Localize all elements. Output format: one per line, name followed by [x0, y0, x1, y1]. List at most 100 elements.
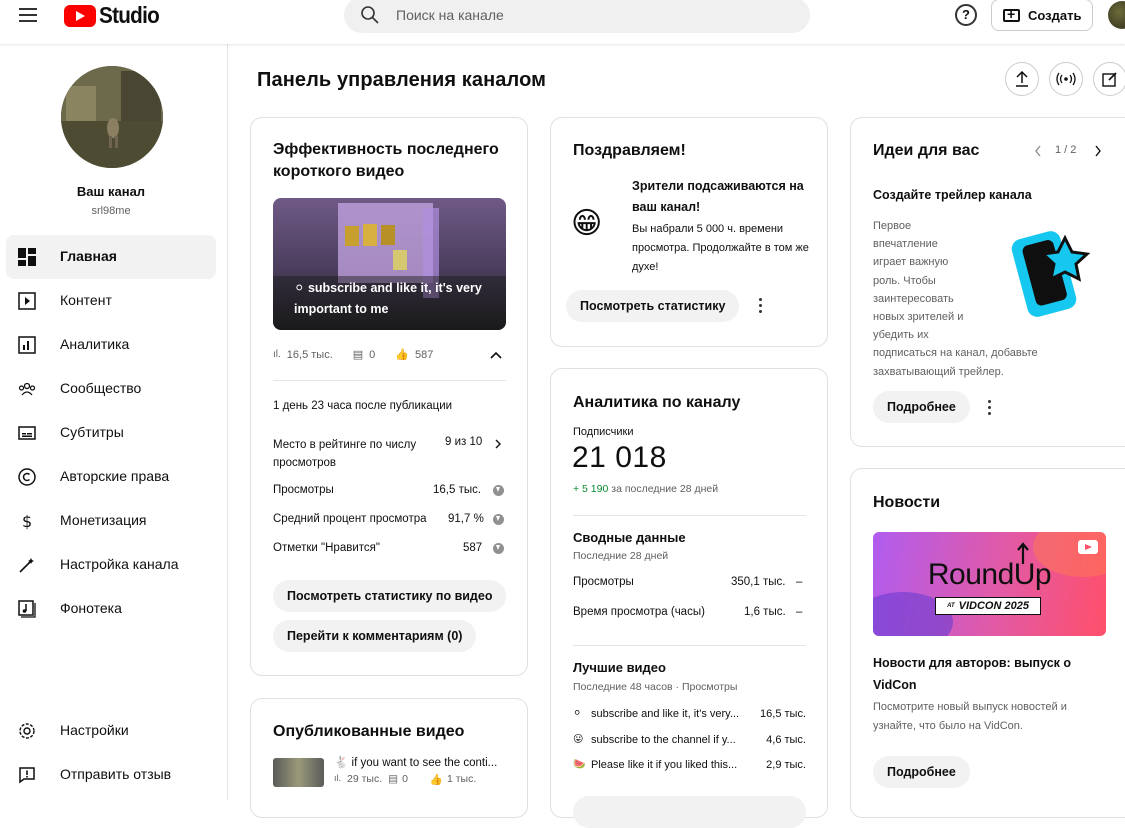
menu-icon[interactable] — [19, 8, 41, 24]
more-vert-icon[interactable] — [988, 400, 992, 416]
ideas-pager: 1 / 2 — [1055, 144, 1077, 156]
upload-button[interactable] — [1005, 62, 1039, 96]
likes-count: 587 — [414, 348, 434, 361]
summary-watchtime-value: 1,6 тыс. — [744, 606, 786, 618]
channel-handle: srl98me — [91, 205, 131, 217]
sidebar-item-label: Отправить отзыв — [60, 766, 172, 782]
go-to-comments-button[interactable]: Перейти к комментариям (0) — [273, 620, 477, 652]
short-metrics: ıl. 16,5 тыс. ▤ 0 👍 587 — [273, 348, 434, 362]
sidebar-item-dashboard[interactable]: Главная — [6, 235, 216, 279]
top-video-views: 2,9 тыс. — [766, 759, 806, 771]
views-label: Просмотры — [273, 484, 334, 496]
view-stats-button[interactable]: Посмотреть статистику — [566, 290, 740, 322]
logo-text: Studio — [99, 2, 160, 28]
ideas-more-button[interactable]: Подробнее — [873, 391, 970, 423]
top-video-row[interactable]: ⚪ subscribe and like it, it's very... 16… — [573, 708, 806, 720]
likes-icon: 👍 — [429, 774, 443, 786]
view-video-stats-button[interactable]: Посмотреть статистику по видео — [273, 580, 507, 612]
last-short-card: Эффективность последнего короткого видео… — [250, 117, 528, 676]
channel-name[interactable]: Ваш канал — [0, 184, 222, 199]
dashboard-icon — [18, 248, 36, 266]
live-icon — [1056, 72, 1076, 86]
summary-watchtime-trend: – — [796, 606, 803, 618]
short-thumbnail[interactable]: ⚪ subscribe and like it, it's very impor… — [273, 198, 506, 330]
subscribers-value: 21 018 — [572, 441, 667, 474]
subscribers-period: за последние 28 дней — [611, 483, 719, 495]
sidebar-item-feedback[interactable]: Отправить отзыв — [6, 753, 216, 797]
since-published: 1 день 23 часа после публикации — [273, 400, 453, 412]
sidebar-item-copyright[interactable]: Авторские права — [6, 455, 216, 499]
ideas-text-tail: подписаться на канал, добавьте захватыва… — [873, 347, 1038, 378]
congrats-title: Поздравляем! — [573, 142, 686, 159]
trend-down-icon — [493, 514, 504, 525]
banner-subtitle: AT VIDCON 2025 — [935, 597, 1041, 615]
top-video-row[interactable]: 😛 subscribe to the channel if y... 4,6 т… — [573, 734, 806, 746]
ideas-card: Идеи для вас 1 / 2 Создайте трейлер кана… — [850, 117, 1125, 447]
sidebar-item-label: Монетизация — [60, 512, 147, 528]
ranking-label: Место в рейтинге по числу просмотров — [273, 439, 417, 469]
sidebar-item-monetization[interactable]: $ Монетизация — [6, 499, 216, 543]
help-icon[interactable]: ? — [955, 4, 977, 26]
video-thumbnail[interactable] — [273, 758, 324, 787]
news-text: Посмотрите новый выпуск новостей и узнай… — [873, 701, 1067, 732]
more-vert-icon[interactable] — [759, 298, 763, 314]
sidebar-item-content[interactable]: Контент — [6, 279, 216, 323]
summary-views-trend: – — [796, 576, 803, 588]
sidebar-item-subtitles[interactable]: Субтитры — [6, 411, 216, 455]
sidebar-item-audio-library[interactable]: Фонотека — [6, 587, 216, 631]
summary-watchtime-label: Время просмотра (часы) — [573, 606, 705, 618]
go-live-button[interactable] — [1049, 62, 1083, 96]
audio-library-icon — [18, 600, 36, 618]
subtitles-icon — [18, 426, 36, 440]
channel-avatar[interactable] — [61, 66, 163, 168]
avg-view-label: Средний процент просмотра — [273, 513, 427, 525]
content-icon — [18, 292, 36, 310]
sidebar-item-label: Главная — [60, 248, 117, 264]
news-banner[interactable]: RoundUp AT VIDCON 2025 — [873, 532, 1106, 636]
search-icon[interactable] — [360, 5, 380, 25]
trend-down-icon — [493, 485, 504, 496]
video-emoji-icon: ⚪ — [573, 708, 582, 719]
trend-down-icon — [493, 543, 504, 554]
customization-icon — [19, 558, 34, 573]
thumbnail-caption: ⚪ subscribe and like it, it's very impor… — [294, 281, 482, 316]
top-video-title: subscribe to the channel if y... — [591, 734, 736, 746]
published-video-title[interactable]: 🐇 if you want to see the conti... — [334, 755, 497, 769]
search-bar[interactable] — [344, 0, 810, 33]
published-video-metrics: ıl. 29 тыс. ▤ 0 👍 1 тыс. — [334, 773, 476, 786]
sidebar-item-community[interactable]: Сообщество — [6, 367, 216, 411]
account-avatar[interactable] — [1108, 1, 1125, 29]
comments-icon: ▤ — [388, 773, 399, 785]
sidebar-item-customization[interactable]: Настройка канала — [6, 543, 216, 587]
news-headline[interactable]: Новости для авторов: выпуск о VidCon — [873, 652, 1103, 696]
news-title: Новости — [873, 494, 941, 511]
last-short-title: Эффективность последнего короткого видео — [273, 141, 499, 180]
top-videos-period: Последние 48 часов · Просмотры — [573, 681, 738, 693]
chevron-right-icon[interactable] — [1094, 145, 1102, 157]
summary-period: Последние 28 дней — [573, 550, 669, 562]
search-input[interactable] — [396, 5, 776, 25]
sidebar-item-analytics[interactable]: Аналитика — [6, 323, 216, 367]
chevron-left-icon[interactable] — [1034, 145, 1042, 157]
sidebar-item-settings[interactable]: Настройки — [6, 709, 216, 753]
comments-icon: ▤ — [352, 349, 364, 361]
analytics-button[interactable] — [573, 796, 806, 828]
create-post-button[interactable] — [1093, 62, 1125, 96]
ideas-title: Идеи для вас — [873, 142, 980, 159]
sidebar-item-label: Настройка канала — [60, 556, 179, 572]
studio-logo[interactable]: Studio — [64, 2, 166, 29]
channel-analytics-card: Аналитика по каналу Подписчики 21 018 + … — [550, 368, 828, 828]
channel-avatar-image — [61, 66, 163, 168]
top-video-row[interactable]: 🍉 Please like it if you liked this... 2,… — [573, 759, 806, 771]
top-video-title: Please like it if you liked this... — [591, 759, 738, 771]
chevron-up-icon[interactable] — [489, 350, 503, 360]
video-emoji-icon: 🍉 — [573, 759, 586, 770]
create-label: Создать — [1028, 7, 1082, 23]
congrats-text: Вы набрали 5 000 ч. времени просмотра. П… — [632, 223, 809, 273]
congrats-headline: Зрители подсаживаются на ваш канал! — [632, 179, 804, 214]
chevron-right-icon[interactable] — [494, 439, 502, 449]
news-more-button[interactable]: Подробнее — [873, 756, 970, 788]
divider — [273, 380, 506, 381]
create-button[interactable]: Создать — [991, 0, 1093, 31]
edit-icon — [1102, 72, 1117, 87]
